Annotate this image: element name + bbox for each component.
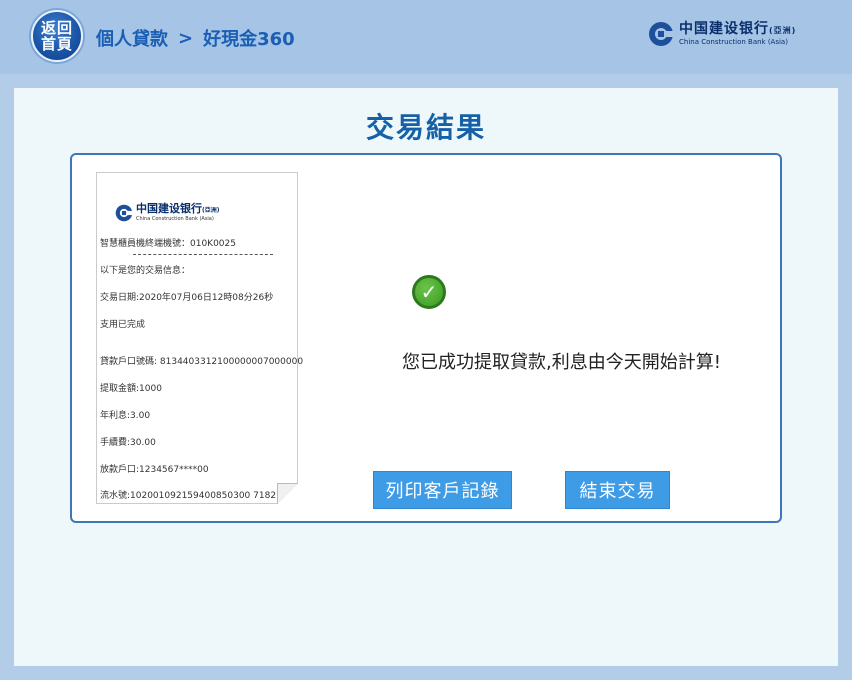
breadcrumb-separator-icon: > xyxy=(178,27,194,49)
receipt-bank-name-zh: 中国建设银行(亞洲) xyxy=(136,202,220,215)
receipt-serial: 流水號:102001092159400850300 7182 xyxy=(100,491,277,501)
ccb-logo-icon xyxy=(649,22,674,46)
bank-name-zh: 中国建设银行(亞洲) xyxy=(679,21,797,37)
receipt-bank-logo: 中国建设银行(亞洲) China Construction Bank (Asia… xyxy=(115,203,220,222)
result-card: 中国建设银行(亞洲) China Construction Bank (Asia… xyxy=(70,153,782,523)
home-button-label: 返回首頁 xyxy=(40,19,73,53)
receipt-fee: 手續費:30.00 xyxy=(100,438,156,448)
print-record-button[interactable]: 列印客戶記錄 xyxy=(373,471,512,509)
bank-name-en: China Construction Bank (Asia) xyxy=(679,38,788,46)
receipt-divider xyxy=(133,254,273,255)
receipt-amount: 提取金額:1000 xyxy=(100,384,162,394)
end-transaction-button[interactable]: 結束交易 xyxy=(565,471,670,509)
breadcrumb-item-product: 好現金360 xyxy=(203,29,295,50)
bank-brand: 中国建设银行(亞洲) China Construction Bank (Asia… xyxy=(648,21,796,47)
receipt-bank-name-en: China Construction Bank (Asia) xyxy=(136,216,214,222)
check-circle-icon: ✓ xyxy=(412,275,446,309)
breadcrumb: 個人貸款 > 好現金360 xyxy=(96,25,295,51)
receipt-intro: 以下是您的交易信息： xyxy=(100,266,191,276)
main-panel: 交易結果 中国建设银行(亞洲) China Construction Bank … xyxy=(14,88,838,666)
receipt-loan-account: 貸款戶口號碼: 8134403312100000007000000 xyxy=(100,357,304,367)
page-title: 交易結果 xyxy=(365,111,486,144)
ccb-logo-icon xyxy=(115,204,133,221)
success-message: 您已成功提取貸款,利息由今天開始計算! xyxy=(402,352,721,373)
receipt-rate: 年利息:3.00 xyxy=(100,411,151,421)
header-bar: 返回首頁 個人貸款 > 好現金360 中国建设银行(亞洲) China Cons… xyxy=(0,0,852,74)
receipt-terminal: 智慧櫃員機終端機號：010K0025 xyxy=(100,239,236,249)
receipt-payout-account: 放款戶口:1234567****00 xyxy=(100,465,209,475)
home-button[interactable]: 返回首頁 xyxy=(31,10,83,62)
receipt-date: 交易日期:2020年07月06日12時08分26秒 xyxy=(100,293,274,303)
receipt-page-fold xyxy=(277,483,298,504)
transaction-receipt: 中国建设银行(亞洲) China Construction Bank (Asia… xyxy=(96,172,303,504)
receipt-status: 支用已完成 xyxy=(100,320,146,330)
breadcrumb-item-personal-loan[interactable]: 個人貸款 xyxy=(96,25,168,51)
